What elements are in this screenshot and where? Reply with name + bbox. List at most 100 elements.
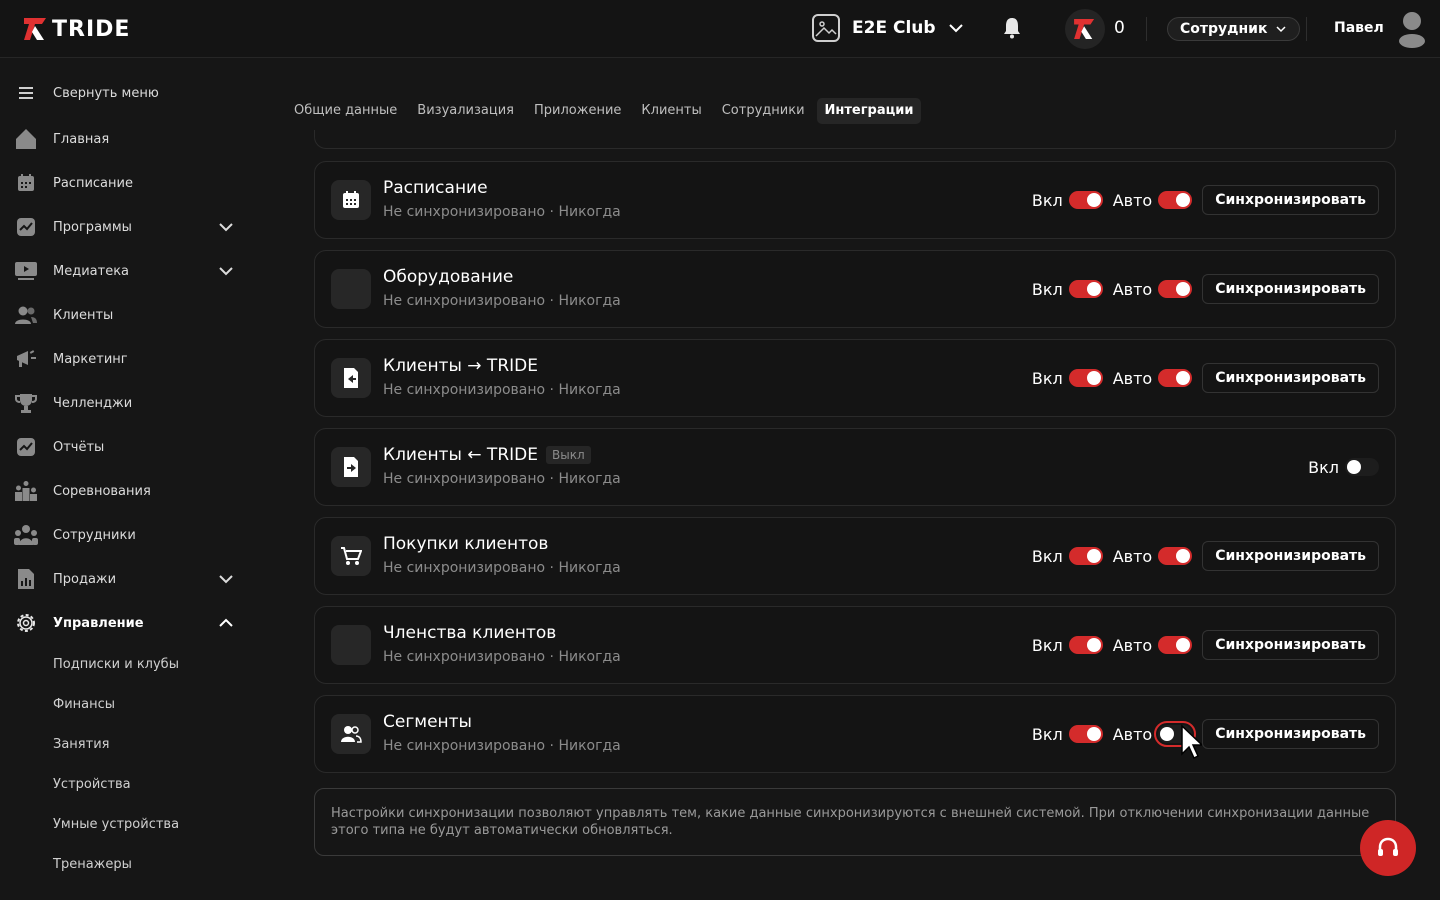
auto-toggle[interactable] [1158,547,1193,565]
sidebar-item-home[interactable]: Главная [14,123,244,155]
users-icon [14,303,38,327]
sidebar-subitem-subscriptions[interactable]: Подписки и клубы [53,657,179,672]
blank-icon [331,625,371,665]
enabled-toggle[interactable] [1345,458,1379,476]
support-chat-button[interactable] [1360,820,1416,876]
tab-app[interactable]: Приложение [526,98,629,124]
sync-button[interactable]: Синхронизировать [1202,719,1379,749]
auto-toggle[interactable] [1158,636,1193,654]
sync-button[interactable]: Синхронизировать [1202,274,1379,304]
auto-label: Авто [1112,724,1153,744]
club-selector[interactable]: E2E Club [812,14,964,42]
sidebar-item-media[interactable]: Медиатека [14,255,244,287]
sidebar-subitem-devices[interactable]: Устройства [53,777,131,792]
sidebar-item-competitions[interactable]: Соревнования [14,475,244,507]
user-avatar-icon[interactable] [1398,10,1426,48]
sidebar-item-clients[interactable]: Клиенты [14,299,244,331]
previous-card-edge [314,130,1396,149]
points-badge[interactable] [1065,9,1105,49]
sales-icon [14,567,38,591]
last-sync: Никогда [558,649,621,665]
enabled-label: Вкл [1031,635,1063,655]
tab-general[interactable]: Общие данные [286,98,405,124]
sync-button[interactable]: Синхронизировать [1202,185,1379,215]
divider [1306,17,1307,41]
sidebar-item-schedule[interactable]: Расписание [14,167,244,199]
card-title: Членства клиентов [383,623,557,643]
role-selector[interactable]: Сотрудник [1167,17,1301,41]
enabled-label: Вкл [1031,368,1063,388]
sidebar-subitem-finance[interactable]: Финансы [53,697,115,712]
card-status: Не синхронизировано · Никогда [383,471,621,487]
tab-visualization[interactable]: Визуализация [409,98,522,124]
sync-status: Не синхронизировано [383,293,546,309]
sync-card-clients-import: Клиенты → TRIDE Не синхронизировано · Ни… [314,339,1396,417]
sidebar-subitem-smart-devices[interactable]: Умные устройства [53,817,179,832]
sidebar-item-label: Программы [53,219,132,235]
bell-icon[interactable] [1002,17,1022,39]
enabled-toggle[interactable] [1068,280,1103,298]
calendar-icon [14,171,38,195]
enabled-label: Вкл [1308,457,1339,477]
sync-card-clients-export: Клиенты ← TRIDE Выкл Не синхронизировано … [314,428,1396,506]
collapse-menu-button[interactable]: Свернуть меню [14,77,244,109]
chevron-down-icon [219,223,233,232]
tab-staff[interactable]: Сотрудники [714,98,813,124]
auto-toggle[interactable] [1158,280,1193,298]
last-sync: Никогда [558,560,621,576]
separator-dot: · [549,738,554,754]
enabled-toggle[interactable] [1068,547,1103,565]
sidebar-item-staff[interactable]: Сотрудники [14,519,244,551]
headset-icon [1378,837,1398,856]
sidebar-subitem-equipment[interactable]: Тренажеры [53,857,132,872]
sync-status: Не синхронизировано [383,471,546,487]
sidebar: Свернуть меню Главная Расписание Програм… [0,59,256,900]
report-icon [14,435,38,459]
user-name[interactable]: Павел [1334,20,1384,36]
sync-card-equipment: Оборудование Не синхронизировано · Никог… [314,250,1396,328]
card-status: Не синхронизировано · Никогда [383,738,621,754]
sidebar-item-programs[interactable]: Программы [14,211,244,243]
sync-status: Не синхронизировано [383,560,546,576]
sidebar-subitem-classes[interactable]: Занятия [53,737,109,752]
sidebar-item-marketing[interactable]: Маркетинг [14,343,244,375]
enabled-toggle[interactable] [1068,191,1103,209]
staff-icon [14,523,38,547]
sync-button[interactable]: Синхронизировать [1202,630,1379,660]
separator-dot: · [549,204,554,220]
brand-logo[interactable]: TRIDE [24,16,130,42]
sidebar-item-label: Управление [53,615,144,631]
sync-status: Не синхронизировано [383,382,546,398]
sidebar-item-management[interactable]: Управление [14,607,244,639]
enabled-label: Вкл [1031,190,1063,210]
logo-mark-icon [24,18,46,40]
enabled-toggle[interactable] [1068,636,1103,654]
tab-clients[interactable]: Клиенты [633,98,709,124]
trophy-icon [14,391,38,415]
enabled-toggle[interactable] [1068,725,1103,743]
sidebar-item-reports[interactable]: Отчёты [14,431,244,463]
enabled-toggle[interactable] [1068,369,1103,387]
chevron-up-icon [219,618,233,627]
card-title: Клиенты → TRIDE [383,356,538,376]
chart-icon [14,215,38,239]
tab-integrations[interactable]: Интеграции [816,98,922,124]
sync-button[interactable]: Синхронизировать [1202,541,1379,571]
sync-button[interactable]: Синхронизировать [1202,363,1379,393]
mouse-cursor-icon [1181,724,1202,760]
media-icon [14,259,38,283]
sidebar-item-label: Клиенты [53,307,114,323]
club-name: E2E Club [852,18,936,38]
blank-icon [331,269,371,309]
sidebar-item-sales[interactable]: Продажи [14,563,244,595]
calendar-icon [331,180,371,220]
sidebar-item-challenges[interactable]: Челленджи [14,387,244,419]
last-sync: Никогда [558,382,621,398]
auto-toggle[interactable] [1158,369,1193,387]
disabled-tag: Выкл [545,446,591,464]
separator-dot: · [549,471,554,487]
auto-toggle[interactable] [1158,191,1193,209]
sidebar-item-label: Сотрудники [53,527,136,543]
sync-status: Не синхронизировано [383,204,546,220]
sidebar-item-label: Соревнования [53,483,151,499]
